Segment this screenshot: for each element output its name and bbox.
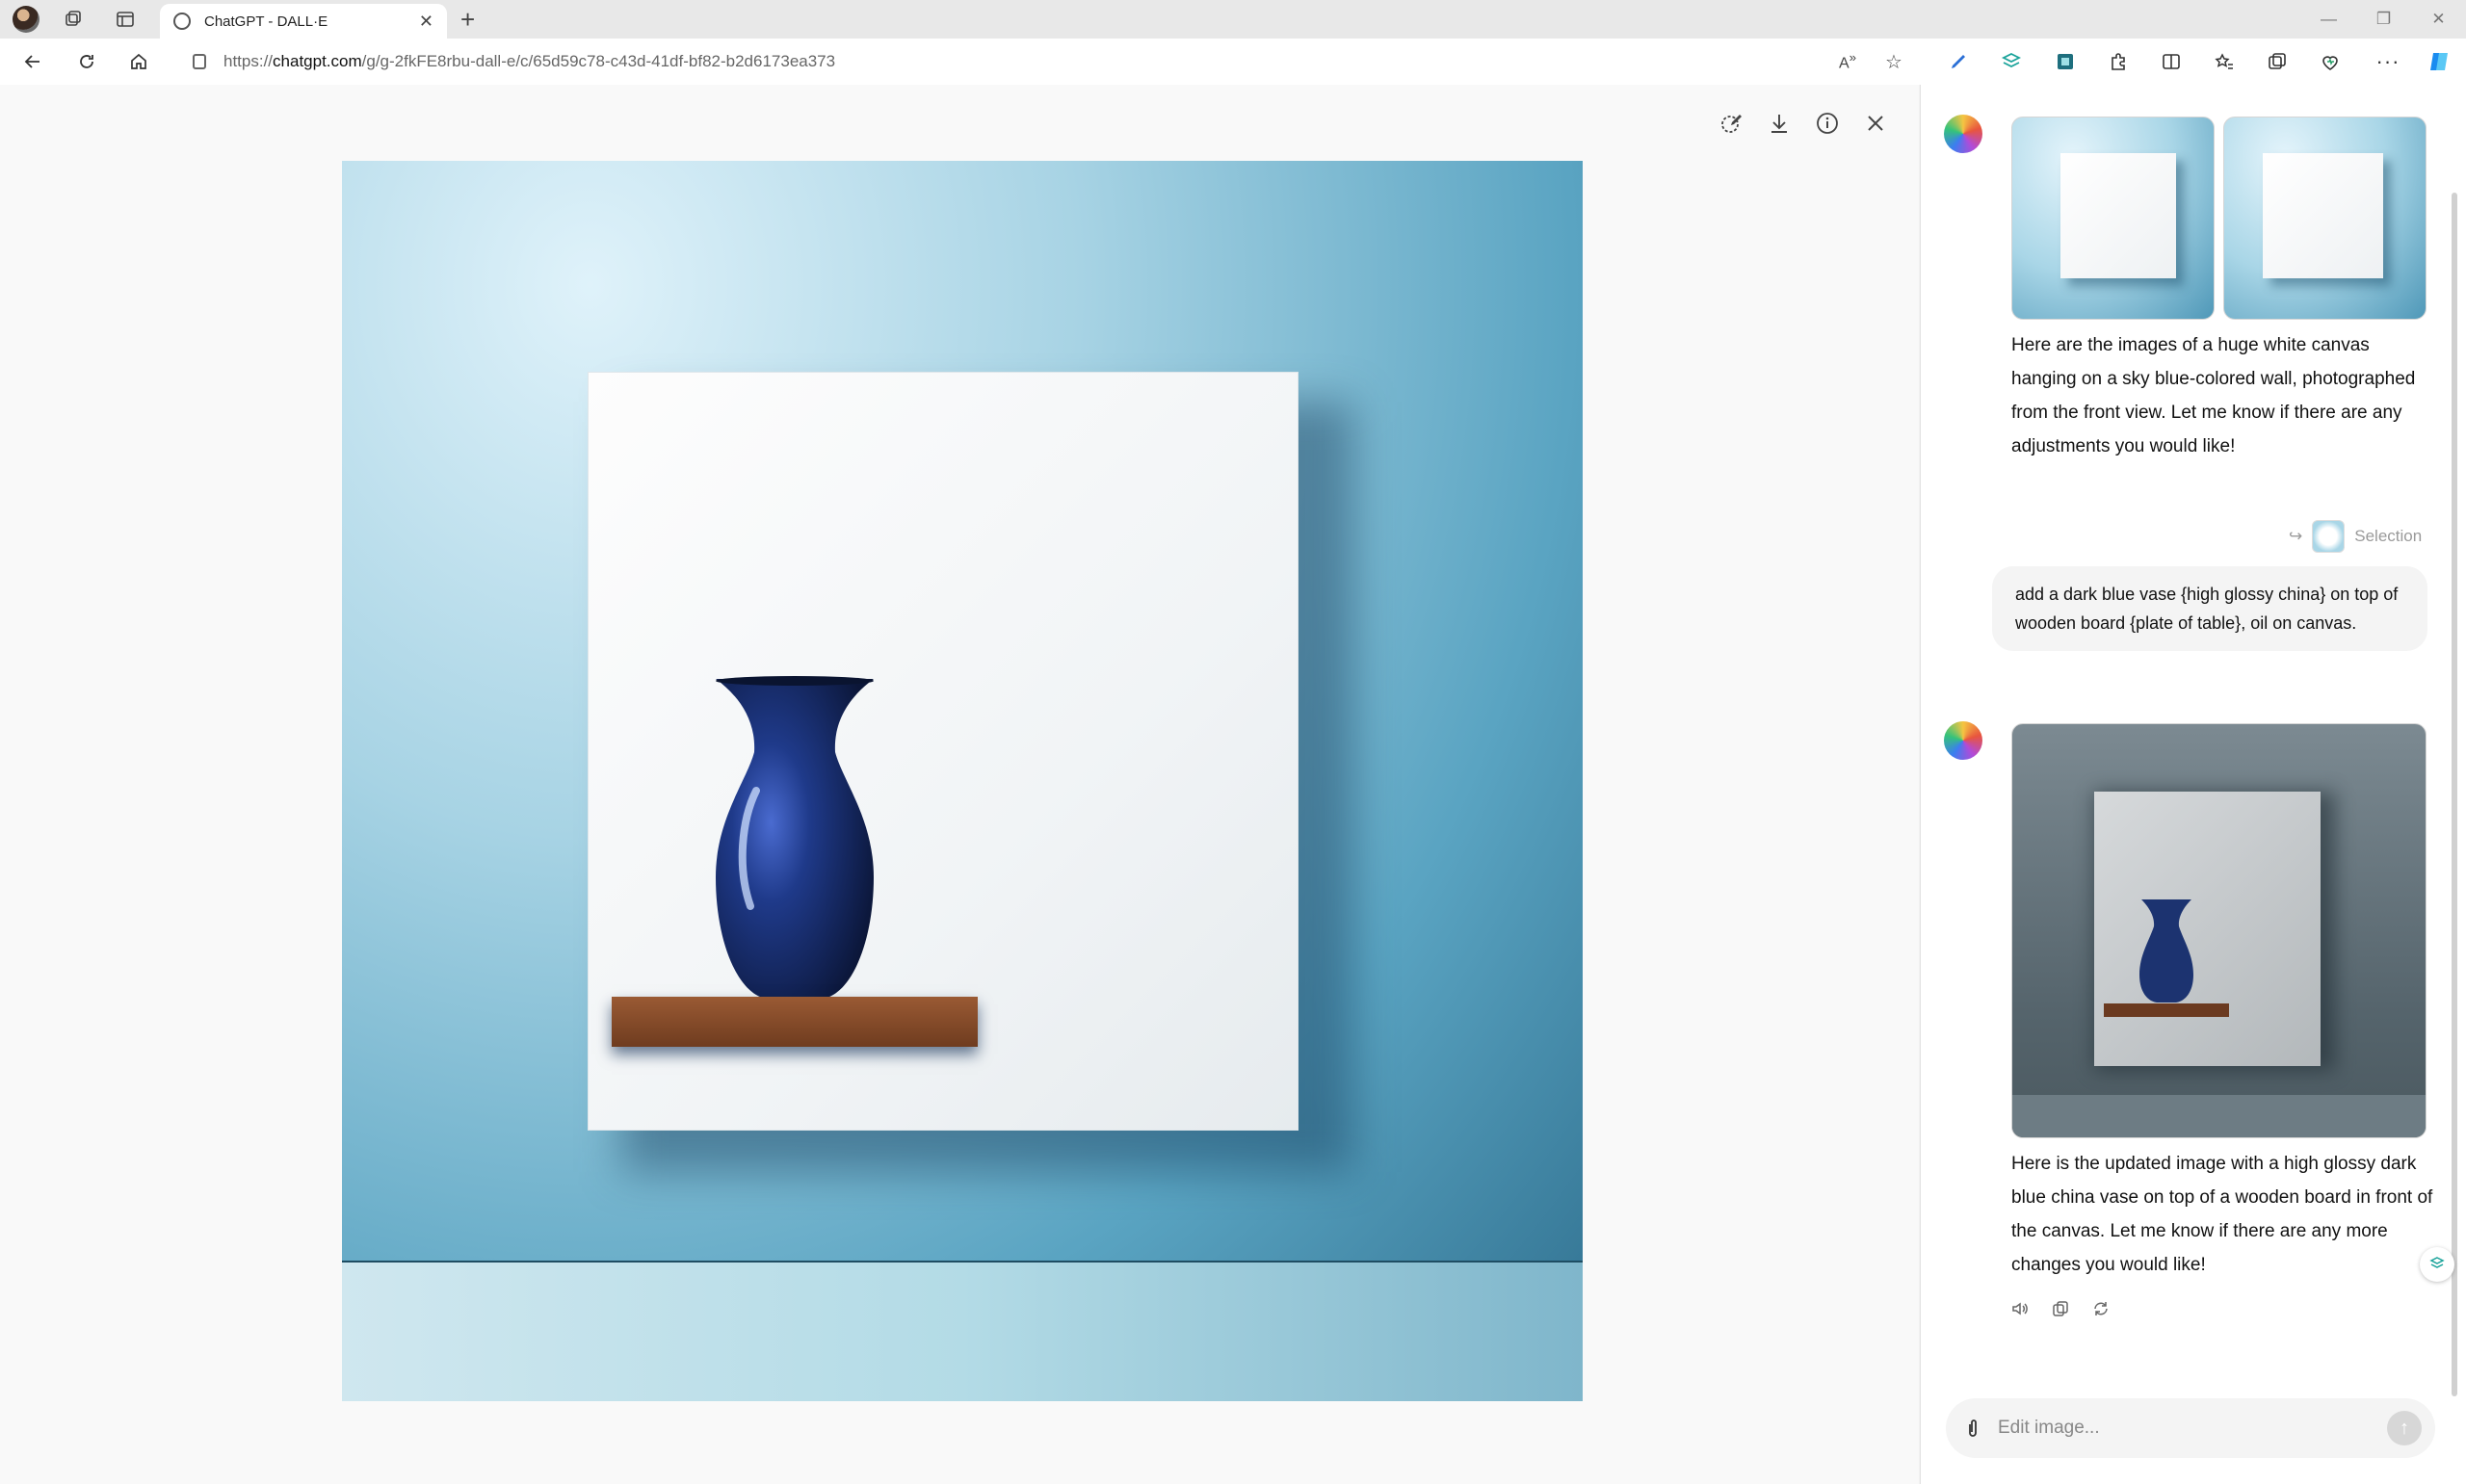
edit-selection-icon[interactable] [1716, 108, 1746, 139]
profile-avatar[interactable] [13, 6, 39, 33]
refresh-icon[interactable] [73, 48, 100, 75]
edit-image-input[interactable] [1998, 1418, 2387, 1439]
home-icon[interactable] [125, 48, 152, 75]
user-message: add a dark blue vase {high glossy china}… [1992, 566, 2427, 651]
sidebar-extension-badge-icon[interactable] [2420, 1247, 2454, 1282]
read-aloud-icon[interactable] [2009, 1298, 2031, 1319]
more-options-icon[interactable]: ··· [2374, 48, 2401, 75]
result-thumbnail-3[interactable] [2011, 723, 2427, 1138]
regenerate-icon[interactable] [2090, 1298, 2112, 1319]
selection-thumbnail [2312, 520, 2346, 553]
selection-label: Selection [2354, 527, 2423, 545]
info-icon[interactable] [1812, 108, 1843, 139]
copilot-icon[interactable] [2426, 48, 2453, 75]
read-aloud-page-icon[interactable]: A» [1834, 48, 1861, 75]
result-thumbnail-1[interactable] [2011, 117, 2215, 320]
tab-title: ChatGPT - DALL·E [204, 13, 328, 30]
browser-tab-bar: ChatGPT - DALL·E ✕ + — ❐ ✕ [0, 0, 2466, 39]
favorite-star-icon[interactable]: ☆ [1880, 48, 1907, 75]
pen-extension-icon[interactable] [1945, 48, 1972, 75]
tab-close-icon[interactable]: ✕ [419, 12, 433, 32]
browser-toolbar: https://chatgpt.com/g/g-2fkFE8rbu-dall-e… [0, 39, 2466, 85]
selection-reference: ↪ Selection [2289, 520, 2422, 553]
favorites-list-icon[interactable] [2211, 48, 2238, 75]
restore-icon[interactable]: ❐ [2356, 0, 2411, 39]
window-close-icon[interactable]: ✕ [2411, 0, 2466, 39]
chat-scrollbar[interactable] [2452, 193, 2457, 1396]
wooden-board [612, 997, 978, 1047]
image-floor [342, 1261, 1583, 1401]
layers-extension-icon[interactable] [1998, 48, 2025, 75]
tab-actions-icon[interactable] [114, 8, 137, 31]
extensions-puzzle-icon[interactable] [2105, 48, 2132, 75]
window-controls: — ❐ ✕ [2301, 0, 2466, 39]
split-screen-icon[interactable] [2158, 48, 2185, 75]
send-button[interactable]: ↑ [2387, 1411, 2422, 1445]
tab-chatgpt-dalle[interactable]: ChatGPT - DALL·E ✕ [160, 4, 447, 39]
vase-illustration [716, 676, 874, 999]
new-tab-icon[interactable]: + [460, 6, 475, 33]
workspaces-icon[interactable] [62, 8, 85, 31]
result-thumbnail-2[interactable] [2223, 117, 2427, 320]
close-viewer-icon[interactable] [1860, 108, 1891, 139]
teal-square-extension-icon[interactable] [2052, 48, 2079, 75]
download-icon[interactable] [1764, 108, 1795, 139]
assistant-avatar-2 [1944, 721, 1982, 760]
assistant-message-2: Here is the updated image with a high gl… [2011, 1154, 2433, 1275]
generated-image-large[interactable] [342, 161, 1583, 1401]
address-bar[interactable]: https://chatgpt.com/g/g-2fkFE8rbu-dall-e… [171, 43, 1905, 80]
attach-paperclip-icon[interactable] [1959, 1415, 1986, 1442]
edit-image-input-bar: ↑ [1946, 1398, 2435, 1458]
assistant-avatar [1944, 115, 1982, 153]
back-icon[interactable] [19, 48, 46, 75]
copy-icon[interactable] [2050, 1298, 2071, 1319]
url-text: https://chatgpt.com/g/g-2fkFE8rbu-dall-e… [223, 52, 836, 70]
assistant-message-1: Here are the images of a huge white canv… [2011, 335, 2416, 456]
browser-essentials-icon[interactable] [2317, 48, 2344, 75]
minimize-icon[interactable]: — [2301, 0, 2356, 39]
reply-arrow-icon: ↪ [2289, 527, 2303, 545]
openai-favicon-icon [173, 13, 191, 30]
message-actions [2009, 1298, 2112, 1319]
lock-icon [193, 54, 206, 69]
collections-icon[interactable] [2264, 48, 2291, 75]
